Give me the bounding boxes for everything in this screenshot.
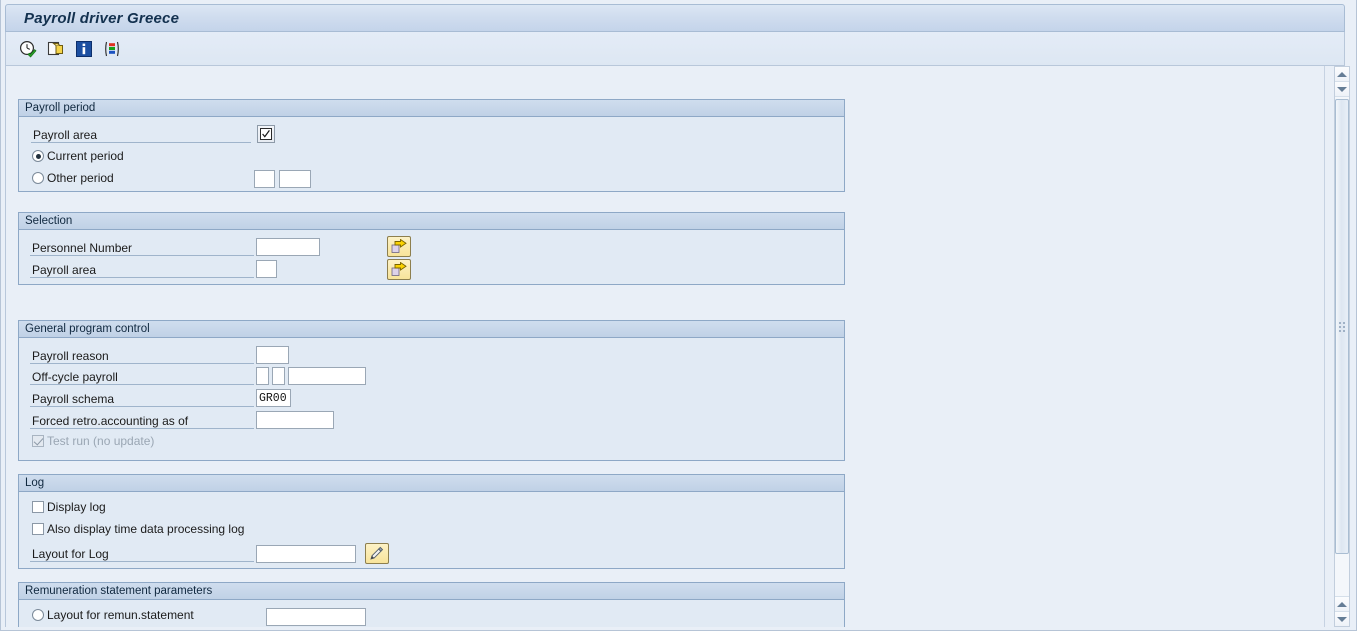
group-log-title: Log (19, 475, 844, 492)
layout-for-log-edit-button[interactable] (365, 543, 389, 564)
execute-icon[interactable] (18, 39, 38, 59)
group-selection-title: Selection (19, 213, 844, 230)
current-period-label: Current period (47, 149, 124, 163)
test-run-checkbox: Test run (no update) (32, 434, 154, 448)
radio-indicator (32, 150, 44, 162)
row-time-data-log[interactable]: Also display time data processing log (32, 522, 244, 536)
payroll-area-multiple-selection-button[interactable] (387, 259, 411, 280)
window-title-bar: Payroll driver Greece (5, 4, 1345, 32)
scrollbar-grip-icon (1339, 321, 1345, 332)
checkbox-indicator (32, 523, 44, 535)
info-icon[interactable] (74, 39, 94, 59)
time-data-log-checkbox[interactable]: Also display time data processing log (32, 522, 244, 536)
vertical-scrollbar[interactable] (1334, 66, 1350, 627)
row-payroll-schema: Payroll schema GR00 (30, 389, 291, 407)
group-remuneration: Remuneration statement parameters Layout… (18, 582, 845, 627)
triangle-up-icon (1337, 71, 1347, 77)
other-period-input-1[interactable] (254, 170, 275, 188)
group-log: Log Display log Also display time data p… (18, 474, 845, 569)
row-layout-for-log: Layout for Log (30, 543, 389, 564)
other-period-radio[interactable]: Other period (32, 171, 114, 185)
row-current-period[interactable]: Current period (32, 149, 124, 163)
checkbox-indicator (32, 435, 44, 447)
row-payroll-area-period: Payroll area (31, 125, 275, 143)
row-off-cycle-payroll: Off-cycle payroll (30, 367, 366, 385)
triangle-down-icon (1337, 86, 1347, 92)
layout-remun-input[interactable] (266, 608, 366, 626)
current-period-radio[interactable]: Current period (32, 149, 124, 163)
display-log-label: Display log (47, 500, 106, 514)
payroll-reason-input[interactable] (256, 346, 289, 364)
pencil-icon (370, 546, 384, 560)
radio-indicator (32, 172, 44, 184)
payroll-area-label: Payroll area (31, 126, 251, 143)
payroll-schema-label: Payroll schema (30, 390, 254, 407)
scroll-up-button-bottom[interactable] (1335, 596, 1349, 611)
test-run-label: Test run (no update) (47, 434, 155, 448)
arrow-right-icon (391, 239, 407, 253)
payroll-area-select-button[interactable] (257, 125, 275, 143)
radio-indicator (32, 609, 44, 621)
forced-retro-label: Forced retro.accounting as of (30, 412, 254, 429)
other-period-label: Other period (47, 171, 114, 185)
checkbox-indicator (32, 501, 44, 513)
row-layout-remun-statement[interactable]: Layout for remun.statement (32, 608, 366, 626)
variant-icon[interactable] (102, 39, 122, 59)
arrow-right-icon (391, 262, 407, 276)
selection-screen-content: Payroll period Payroll area Current peri… (5, 66, 1325, 627)
layout-remun-label: Layout for remun.statement (47, 608, 194, 622)
scroll-down-button-top[interactable] (1335, 82, 1349, 97)
time-data-log-label: Also display time data processing log (47, 522, 245, 536)
off-cycle-input-3[interactable] (288, 367, 366, 385)
payroll-area-selection-label: Payroll area (30, 261, 254, 278)
display-log-checkbox[interactable]: Display log (32, 500, 106, 514)
triangle-up-icon (1337, 601, 1347, 607)
group-general-program-control-title: General program control (19, 321, 844, 338)
layout-remun-radio[interactable]: Layout for remun.statement (32, 608, 194, 622)
personnel-number-multiple-selection-button[interactable] (387, 236, 411, 257)
page-title: Payroll driver Greece (24, 9, 180, 27)
group-selection: Selection Personnel Number Payroll area (18, 212, 845, 285)
scrollbar-thumb[interactable] (1335, 99, 1349, 554)
scroll-down-button[interactable] (1335, 611, 1349, 626)
payroll-reason-label: Payroll reason (30, 347, 254, 364)
off-cycle-input-2[interactable] (272, 367, 285, 385)
personnel-number-label: Personnel Number (30, 239, 254, 256)
row-payroll-reason: Payroll reason (30, 346, 289, 364)
checkmark-icon (260, 128, 272, 140)
personnel-number-input[interactable] (256, 238, 320, 256)
row-display-log[interactable]: Display log (32, 500, 106, 514)
row-forced-retro: Forced retro.accounting as of (30, 411, 334, 429)
row-payroll-area-selection: Payroll area (30, 260, 277, 278)
row-test-run: Test run (no update) (32, 434, 154, 448)
sap-window: Payroll driver Greece Payroll period Pay… (0, 0, 1357, 631)
off-cycle-input-1[interactable] (256, 367, 269, 385)
group-payroll-period: Payroll period Payroll area Current peri… (18, 99, 845, 192)
copy-icon[interactable] (46, 39, 66, 59)
group-remuneration-title: Remuneration statement parameters (19, 583, 844, 600)
off-cycle-payroll-label: Off-cycle payroll (30, 368, 254, 385)
triangle-down-icon (1337, 616, 1347, 622)
payroll-schema-input[interactable]: GR00 (256, 389, 291, 407)
layout-for-log-label: Layout for Log (30, 545, 254, 562)
payroll-area-selection-input[interactable] (256, 260, 277, 278)
toolbar: © www.tutorialkart.com (5, 32, 1345, 96)
other-period-input-2[interactable] (279, 170, 311, 188)
row-other-period[interactable]: Other period (32, 171, 114, 185)
group-payroll-period-title: Payroll period (19, 100, 844, 117)
layout-for-log-input[interactable] (256, 544, 356, 563)
row-personnel-number: Personnel Number (30, 238, 320, 256)
scroll-up-button[interactable] (1335, 67, 1349, 82)
group-general-program-control: General program control Payroll reason O… (18, 320, 845, 461)
forced-retro-input[interactable] (256, 411, 334, 429)
